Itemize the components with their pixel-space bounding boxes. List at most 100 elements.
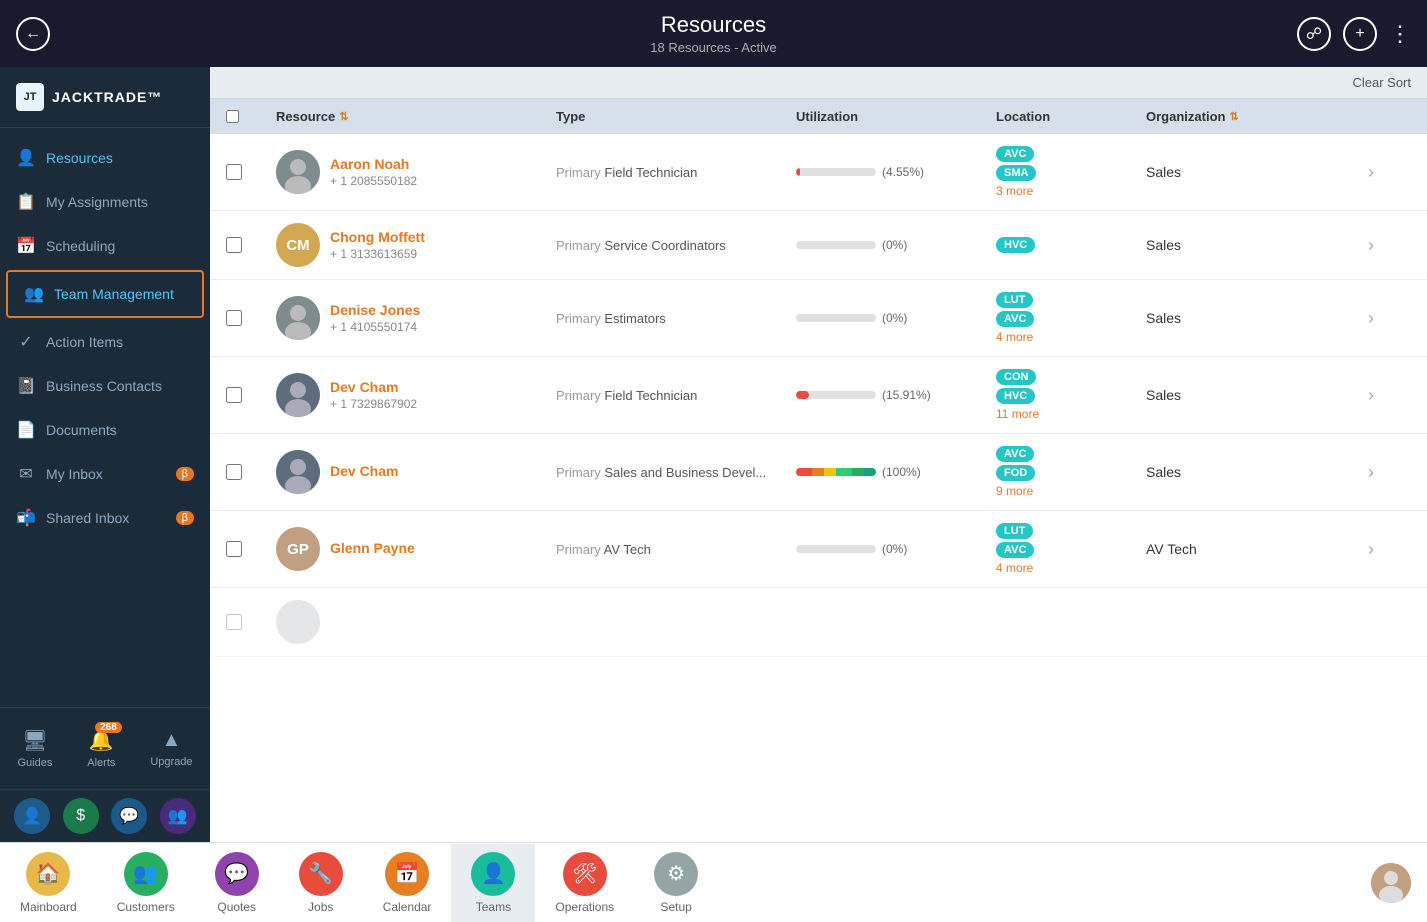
type-cell: Primary AV Tech	[556, 542, 796, 557]
avatar: CM	[276, 223, 320, 267]
type-cell: Primary Field Technician	[556, 388, 796, 403]
row-checkbox[interactable]	[226, 164, 242, 180]
org-cell: Sales	[1146, 164, 1346, 180]
row-checkbox[interactable]	[226, 387, 242, 403]
resource-name[interactable]: Dev Cham	[330, 379, 417, 395]
sidebar-item-resources[interactable]: 👤 Resources	[0, 136, 210, 180]
type-value: Field Technician	[604, 388, 697, 403]
row-checkbox[interactable]	[226, 464, 242, 480]
table-row-partial	[210, 588, 1427, 657]
avatar	[276, 373, 320, 417]
dollar-icon-button[interactable]: $	[63, 798, 99, 834]
more-locations[interactable]: 4 more	[996, 330, 1146, 344]
alerts-label: Alerts	[87, 757, 115, 769]
col-location-label: Location	[996, 109, 1050, 124]
guides-button[interactable]: 🖥 Guides	[9, 720, 60, 777]
resource-name[interactable]: Glenn Payne	[330, 540, 415, 556]
more-menu-button[interactable]: ⋮	[1389, 21, 1411, 47]
nav-item-setup[interactable]: ⚙ Setup	[634, 844, 718, 922]
user-avatar[interactable]	[1371, 863, 1411, 903]
location-badge: SMA	[996, 165, 1036, 181]
nav-item-customers[interactable]: 👥 Customers	[97, 844, 195, 922]
nav-item-calendar[interactable]: 📅 Calendar	[363, 844, 452, 922]
more-locations[interactable]: 9 more	[996, 484, 1146, 498]
alerts-button[interactable]: 🔔 268 Alerts	[79, 720, 123, 777]
row-checkbox[interactable]	[226, 614, 242, 630]
nav-item-quotes[interactable]: 💬 Quotes	[195, 844, 279, 922]
organization-sort-icon[interactable]: ⇅	[1229, 110, 1238, 123]
col-organization-label: Organization	[1146, 109, 1225, 124]
clear-sort-button[interactable]: Clear Sort	[1352, 75, 1411, 90]
util-bar	[796, 241, 876, 249]
resource-sort-icon[interactable]: ⇅	[339, 110, 348, 123]
more-locations[interactable]: 3 more	[996, 184, 1146, 198]
nav-item-operations[interactable]: 🛠 Operations	[535, 844, 634, 922]
more-locations[interactable]: 4 more	[996, 561, 1146, 575]
resource-name[interactable]: Dev Cham	[330, 463, 398, 479]
resource-name[interactable]: Chong Moffett	[330, 229, 425, 245]
back-button[interactable]: ←	[16, 17, 50, 51]
col-action	[1346, 109, 1396, 124]
sidebar-item-team-management[interactable]: 👥 Team Management	[6, 270, 204, 318]
quotes-icon: 💬	[215, 852, 259, 896]
upgrade-button[interactable]: ▲ Upgrade	[142, 720, 200, 777]
teams-icon: 👤	[471, 852, 515, 896]
business-contacts-icon: 📓	[16, 376, 36, 396]
sidebar-item-my-assignments[interactable]: 📋 My Assignments	[0, 180, 210, 224]
sidebar-label-my-inbox: My Inbox	[46, 466, 103, 482]
setup-icon: ⚙	[654, 852, 698, 896]
person-icon: 👤	[22, 806, 42, 826]
resource-phone: + 1 4105550174	[330, 320, 420, 334]
resource-phone: + 1 7329867902	[330, 397, 417, 411]
type-value: Field Technician	[604, 165, 697, 180]
type-prefix: Primary	[556, 388, 604, 403]
my-inbox-badge: β	[176, 467, 194, 481]
row-checkbox[interactable]	[226, 541, 242, 557]
nav-item-jobs[interactable]: 🔧 Jobs	[279, 844, 363, 922]
location-cell: AVC FOD 9 more	[996, 446, 1146, 498]
row-chevron[interactable]: ›	[1346, 539, 1396, 560]
customers-icon: 👥	[124, 852, 168, 896]
location-badge: FOD	[996, 465, 1035, 481]
util-bar	[796, 168, 876, 176]
more-locations[interactable]: 11 more	[996, 407, 1146, 421]
chat-icon-button[interactable]: 💬	[111, 798, 147, 834]
row-checkbox[interactable]	[226, 310, 242, 326]
user-avatar-image	[1371, 863, 1411, 903]
table-row: GP Glenn Payne Primary AV Tech (0%)	[210, 511, 1427, 588]
resource-cell	[276, 600, 556, 644]
sidebar-label-business-contacts: Business Contacts	[46, 378, 162, 394]
sidebar-item-my-inbox[interactable]: ✉ My Inbox β	[0, 452, 210, 496]
sidebar-item-action-items[interactable]: ✓ Action Items	[0, 320, 210, 364]
location-cell: AVC SMA 3 more	[996, 146, 1146, 198]
team-icon-button[interactable]: 👥	[160, 798, 196, 834]
nav-item-mainboard[interactable]: 🏠 Mainboard	[0, 844, 97, 922]
select-all-checkbox[interactable]	[226, 110, 239, 123]
content-area: Clear Sort Resource ⇅ Type Utilization	[210, 67, 1427, 842]
resource-cell: Aaron Noah + 1 2085550182	[276, 150, 556, 194]
person-icon-button[interactable]: 👤	[14, 798, 50, 834]
content-toolbar: Clear Sort	[210, 67, 1427, 99]
location-cell: HVC	[996, 237, 1146, 253]
resource-name[interactable]: Aaron Noah	[330, 156, 417, 172]
nav-item-teams[interactable]: 👤 Teams	[451, 844, 535, 922]
add-button[interactable]: +	[1343, 17, 1377, 51]
row-chevron[interactable]: ›	[1346, 162, 1396, 183]
sidebar-label-resources: Resources	[46, 150, 113, 166]
page-subtitle: 18 Resources - Active	[0, 40, 1427, 55]
sidebar-icon-bar: 👤 $ 💬 👥	[0, 789, 210, 842]
sidebar-item-shared-inbox[interactable]: 📬 Shared Inbox β	[0, 496, 210, 540]
search-button[interactable]: ☍	[1297, 17, 1331, 51]
sidebar-item-business-contacts[interactable]: 📓 Business Contacts	[0, 364, 210, 408]
sidebar-item-documents[interactable]: 📄 Documents	[0, 408, 210, 452]
row-chevron[interactable]: ›	[1346, 462, 1396, 483]
util-cell: (15.91%)	[796, 388, 996, 402]
row-checkbox[interactable]	[226, 237, 242, 253]
mainboard-icon: 🏠	[26, 852, 70, 896]
sidebar-item-scheduling[interactable]: 📅 Scheduling	[0, 224, 210, 268]
resource-name[interactable]: Denise Jones	[330, 302, 420, 318]
row-chevron[interactable]: ›	[1346, 385, 1396, 406]
resource-cell: Denise Jones + 1 4105550174	[276, 296, 556, 340]
row-chevron[interactable]: ›	[1346, 308, 1396, 329]
row-chevron[interactable]: ›	[1346, 235, 1396, 256]
